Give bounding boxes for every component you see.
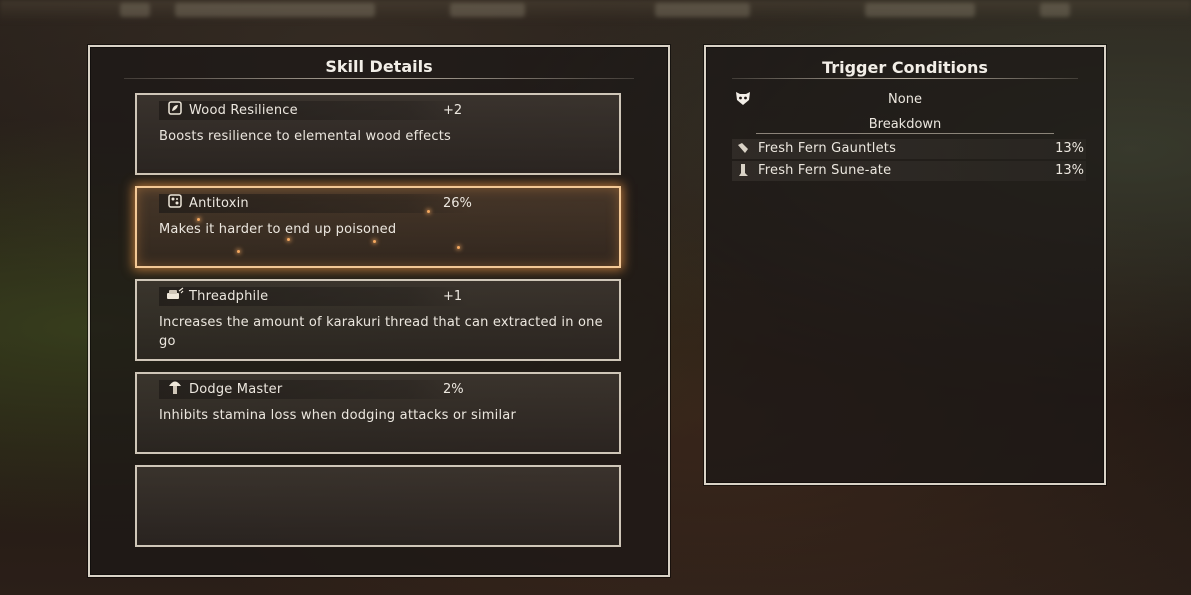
- glow-spark: [427, 210, 430, 213]
- thread-icon: [165, 286, 185, 302]
- skill-value: 2%: [443, 382, 464, 397]
- skill-description: Boosts resilience to elemental wood effe…: [159, 129, 451, 144]
- skill-name: Wood Resilience: [189, 103, 298, 118]
- condition-value: None: [888, 92, 922, 107]
- breakdown-divider: [756, 133, 1054, 134]
- breakdown-label: Breakdown: [868, 117, 942, 132]
- skill-details-title: Skill Details: [325, 57, 433, 76]
- greaves-icon: [736, 163, 750, 177]
- breakdown-item-name: Fresh Fern Sune-ate: [758, 163, 892, 178]
- skill-value: +1: [443, 289, 463, 304]
- glow-spark: [237, 250, 240, 253]
- glow-spark: [457, 246, 460, 249]
- trigger-conditions-panel: Trigger Conditions None Breakdown Fresh …: [704, 45, 1106, 485]
- breakdown-item-name: Fresh Fern Gauntlets: [758, 141, 897, 156]
- skill-value: +2: [443, 103, 463, 118]
- skill-name: Dodge Master: [189, 382, 283, 397]
- skill-card-empty-slot[interactable]: [135, 465, 621, 547]
- trigger-conditions-title: Trigger Conditions: [822, 58, 988, 77]
- glow-spark: [287, 238, 290, 241]
- skill-name: Antitoxin: [189, 196, 249, 211]
- glow-spark: [373, 240, 376, 243]
- top-tab-strip-blurred: [0, 0, 1191, 22]
- antitoxin-icon: [167, 193, 183, 209]
- mushroom-icon: [167, 379, 183, 395]
- glow-spark: [197, 218, 200, 221]
- skill-name: Threadphile: [189, 289, 269, 304]
- breakdown-item-percent: 13%: [1055, 163, 1084, 178]
- title-divider: [124, 78, 634, 79]
- leaf-shield-icon: [167, 100, 183, 116]
- breakdown-item-percent: 13%: [1055, 141, 1084, 156]
- skill-description: Inhibits stamina loss when dodging attac…: [159, 408, 516, 423]
- skill-value: 26%: [443, 196, 472, 211]
- skill-description: Increases the amount of karakuri thread …: [159, 315, 603, 349]
- gauntlets-icon: [736, 141, 750, 155]
- skill-description: Makes it harder to end up poisoned: [159, 222, 397, 237]
- skill-details-panel: Skill Details Wood Resilience +2 Boosts …: [88, 45, 670, 577]
- breakdown-row: Fresh Fern Gauntlets 13%: [732, 139, 1086, 159]
- breakdown-row: Fresh Fern Sune-ate 13%: [732, 161, 1086, 181]
- title-divider: [732, 78, 1078, 79]
- skill-card-wood-resilience[interactable]: Wood Resilience +2 Boosts resilience to …: [135, 93, 621, 175]
- skill-card-threadphile[interactable]: Threadphile +1 Increases the amount of k…: [135, 279, 621, 361]
- skill-card-dodge-master[interactable]: Dodge Master 2% Inhibits stamina loss wh…: [135, 372, 621, 454]
- skill-card-antitoxin[interactable]: Antitoxin 26% Makes it harder to end up …: [135, 186, 621, 268]
